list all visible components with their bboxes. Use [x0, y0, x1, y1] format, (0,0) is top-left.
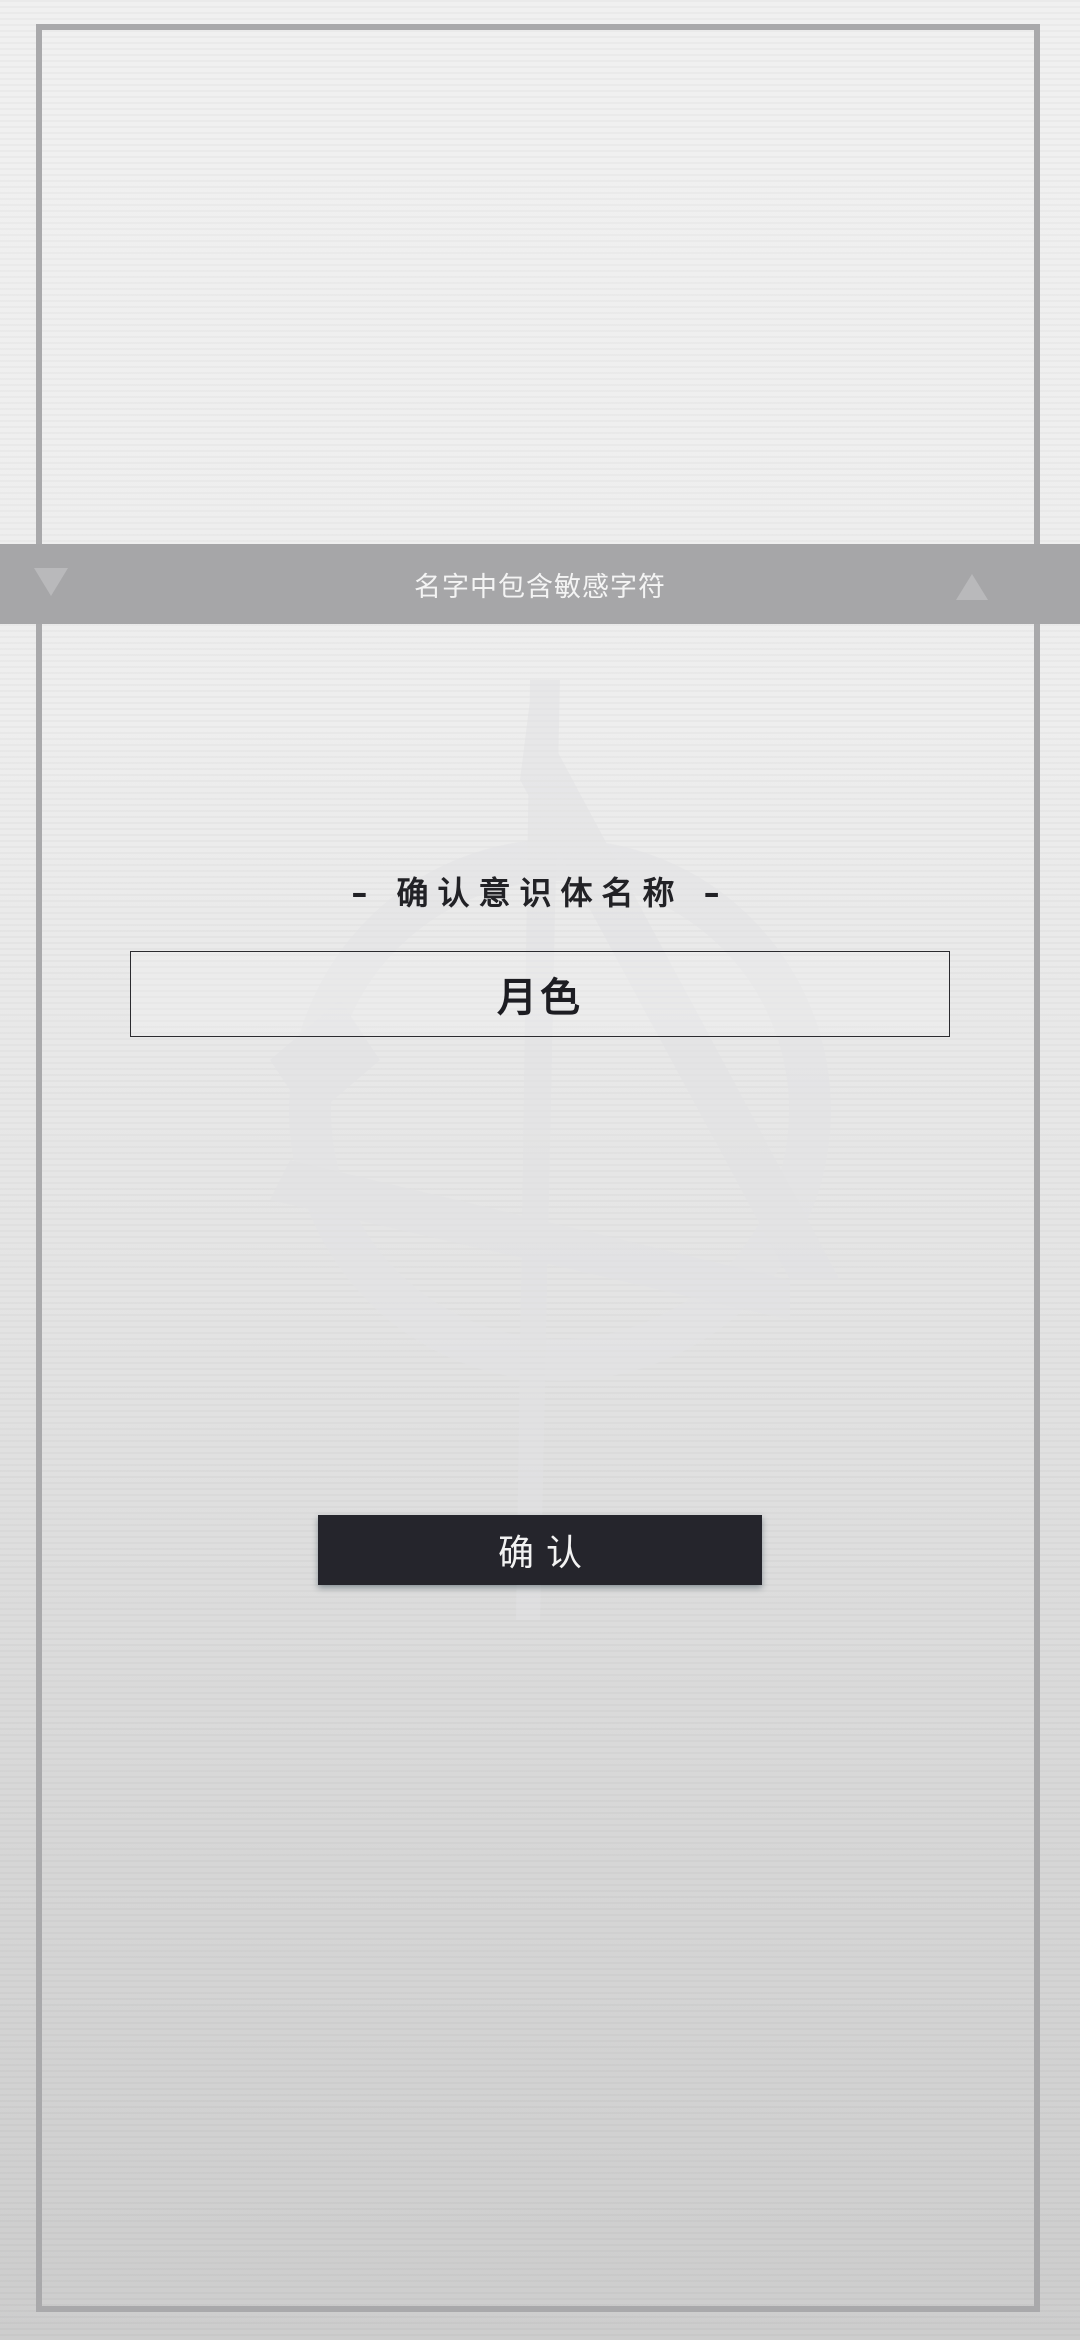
sensitive-word-toast: 名字中包含敏感字符 — [0, 544, 1080, 624]
name-input-value: 月色 — [497, 975, 583, 1021]
triangle-down-icon — [34, 568, 68, 596]
confirm-button-label: 确认 — [497, 1533, 594, 1574]
dialog-title: – 确认意识体名称 – — [351, 874, 729, 912]
faction-emblem-icon — [270, 680, 840, 1620]
triangle-up-icon — [956, 574, 988, 600]
confirm-button[interactable]: 确认 — [318, 1515, 762, 1585]
name-input[interactable]: 月色 — [130, 951, 950, 1037]
toast-message: 名字中包含敏感字符 — [414, 571, 666, 603]
